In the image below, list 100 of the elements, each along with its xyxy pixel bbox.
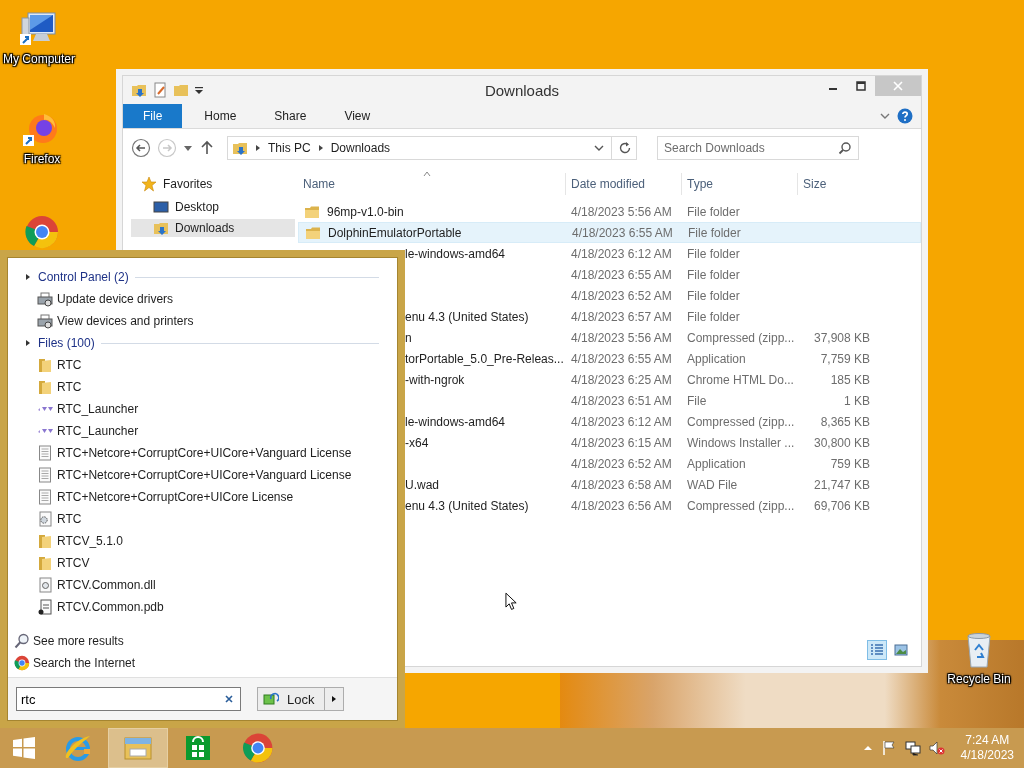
- search-result[interactable]: RTCV: [20, 552, 94, 574]
- search-icon[interactable]: [838, 141, 852, 155]
- search-result[interactable]: RTC_Launcher: [20, 398, 143, 420]
- navigation-item[interactable]: Desktop: [123, 198, 295, 216]
- search-result[interactable]: View devices and printers: [20, 310, 198, 332]
- file-name[interactable]: torPortable_5.0_Pre-Releas...: [405, 351, 564, 366]
- date-cell-text: 4/18/2023 5:56 AM: [570, 204, 673, 219]
- breadcrumb-arrow-icon[interactable]: [254, 144, 262, 152]
- date-cell-text: 4/18/2023 6:57 AM: [570, 309, 673, 324]
- column-header[interactable]: Name: [298, 173, 566, 195]
- column-header[interactable]: Date modified: [566, 173, 682, 195]
- ribbon-tab[interactable]: View: [328, 104, 387, 128]
- muted-speaker-icon[interactable]: [928, 740, 945, 756]
- type-cell-text: Chrome HTML Do...: [686, 372, 795, 387]
- show-hidden-icons-icon[interactable]: [862, 743, 873, 753]
- folder-icon[interactable]: [131, 82, 147, 98]
- address-bar[interactable]: This PC Downloads: [227, 136, 637, 160]
- file-name[interactable]: le-windows-amd64: [405, 246, 506, 261]
- search-result[interactable]: RTCV.Common.pdb: [20, 596, 168, 618]
- details-view-button[interactable]: [867, 640, 887, 660]
- folder-icon: [37, 533, 53, 549]
- expand-arrow-icon[interactable]: [24, 339, 32, 347]
- search-result[interactable]: RTC+Netcore+CorruptCore+UICore+Vanguard License: [20, 464, 356, 486]
- search-link[interactable]: Search the Internet: [14, 655, 140, 671]
- search-field[interactable]: Search Downloads: [657, 136, 859, 160]
- search-field[interactable]: rtc: [16, 687, 241, 711]
- navigation-item[interactable]: Favorites: [123, 175, 295, 193]
- chrome-icon: [14, 655, 30, 671]
- search-result[interactable]: RTC: [20, 354, 86, 376]
- file-icon: [37, 599, 53, 615]
- file-name[interactable]: enu 4.3 (United States): [405, 309, 529, 324]
- properties-icon[interactable]: [152, 82, 168, 98]
- up-arrow-icon[interactable]: [199, 140, 215, 156]
- search-result[interactable]: RTC_Launcher: [20, 420, 143, 442]
- printer-icon: [37, 313, 53, 329]
- picture-icon: [894, 643, 908, 657]
- type-cell-text: Application: [686, 351, 747, 366]
- recent-locations-caret-icon[interactable]: [183, 143, 193, 153]
- flag-icon[interactable]: [880, 740, 897, 756]
- type-cell-text: Compressed (zipp...: [686, 330, 796, 345]
- type-cell-text: File folder: [686, 288, 741, 303]
- file-name[interactable]: enu 4.3 (United States): [405, 498, 529, 513]
- library-file-icon: [37, 577, 53, 593]
- file-name[interactable]: -x64: [405, 435, 429, 450]
- file-name[interactable]: n: [405, 330, 412, 345]
- desktop-icon: [153, 199, 169, 215]
- search-link[interactable]: See more results: [14, 633, 128, 649]
- clock-date: 4/18/2023: [960, 748, 1014, 763]
- date-cell-text: 4/18/2023 6:12 AM: [570, 246, 673, 261]
- search-result[interactable]: RTCV.Common.dll: [20, 574, 160, 596]
- clear-icon[interactable]: [224, 694, 234, 704]
- group-header[interactable]: Files (100): [38, 336, 95, 350]
- file-name[interactable]: -with-ngrok: [405, 372, 465, 387]
- breadcrumb-arrow-icon[interactable]: [316, 144, 325, 152]
- search-result[interactable]: RTC: [20, 376, 86, 398]
- column-header[interactable]: Size: [798, 173, 874, 195]
- file-name[interactable]: 96mp-v1.0-bin: [327, 204, 404, 219]
- date-cell-text: 4/18/2023 6:25 AM: [570, 372, 673, 387]
- file-name[interactable]: U.wad: [405, 477, 439, 492]
- minimize-icon: [828, 88, 838, 90]
- mouse-pointer-icon: [505, 592, 518, 611]
- lock-icon: [263, 691, 279, 707]
- type-cell-text: File folder: [687, 225, 742, 240]
- maximize-icon: [856, 81, 866, 91]
- star-icon: [141, 176, 157, 192]
- group-header[interactable]: Control Panel (2): [38, 270, 129, 284]
- type-cell-text: Application: [686, 456, 747, 471]
- printer-icon: [37, 291, 53, 307]
- downloads-folder-icon: [153, 220, 169, 236]
- customize-caret-icon[interactable]: [194, 85, 204, 95]
- search-result[interactable]: RTCV_5.1.0: [20, 530, 127, 552]
- file-name[interactable]: le-windows-amd64: [405, 414, 506, 429]
- date-cell-text: 4/18/2023 6:56 AM: [570, 498, 673, 513]
- search-result[interactable]: Update device drivers: [20, 288, 178, 310]
- size-cell: 1 KB: [844, 393, 870, 408]
- date-cell-text: 4/18/2023 6:51 AM: [570, 393, 673, 408]
- chrome-icon: [242, 732, 274, 764]
- help-icon[interactable]: [897, 108, 913, 124]
- date-cell-text: 4/18/2023 6:12 AM: [570, 414, 673, 429]
- back-button[interactable]: [131, 138, 151, 158]
- ribbon-tab[interactable]: Share: [258, 104, 323, 128]
- navigation-item[interactable]: Downloads: [131, 219, 295, 237]
- ribbon-tab[interactable]: Home: [188, 104, 253, 128]
- size-cell: 185 KB: [830, 372, 870, 387]
- details-view-icon: [870, 643, 884, 657]
- refresh-icon[interactable]: [618, 141, 632, 155]
- highlighted-row[interactable]: DolphinEmulatorPortable 4/18/2023 6:55 AM File folder: [298, 222, 921, 243]
- search-result[interactable]: RTC+Netcore+CorruptCore+UICore License: [20, 486, 298, 508]
- search-result[interactable]: RTC: [20, 508, 86, 530]
- breadcrumb[interactable]: Downloads: [330, 141, 391, 155]
- date-cell-text: 4/18/2023 6:15 AM: [570, 435, 673, 450]
- search-result[interactable]: RTC+Netcore+CorruptCore+UICore+Vanguard License: [20, 442, 356, 464]
- network-icon[interactable]: [904, 740, 921, 756]
- search-icon: [14, 633, 30, 649]
- text-file-icon: [37, 489, 53, 505]
- expand-arrow-icon[interactable]: [24, 273, 32, 281]
- file-name[interactable]: DolphinEmulatorPortable: [328, 225, 462, 240]
- column-header[interactable]: Type: [682, 173, 798, 195]
- breadcrumb[interactable]: This PC: [268, 141, 311, 155]
- text-file-icon: [37, 467, 53, 483]
